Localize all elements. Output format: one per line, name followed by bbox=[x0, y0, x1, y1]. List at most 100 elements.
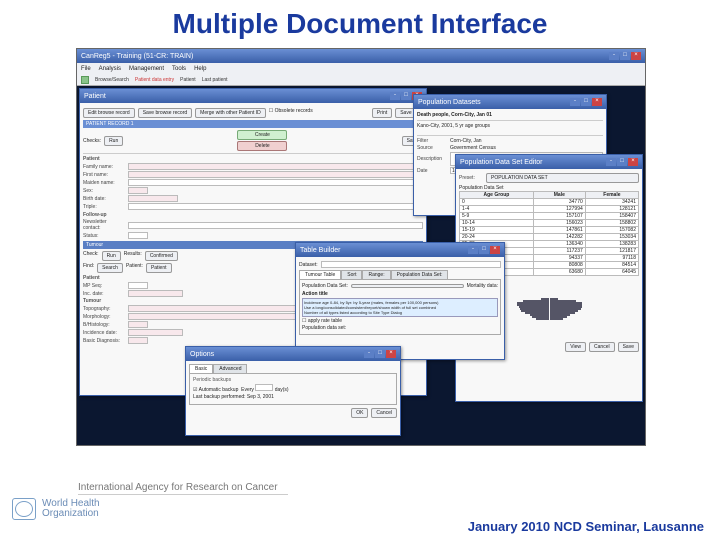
close-icon[interactable]: × bbox=[386, 350, 396, 358]
maximize-icon[interactable]: □ bbox=[375, 350, 385, 358]
minimize-icon[interactable]: - bbox=[390, 92, 400, 100]
cancel-button[interactable]: Cancel bbox=[371, 408, 397, 418]
menu-help[interactable]: Help bbox=[194, 66, 206, 72]
dataset-field[interactable] bbox=[321, 261, 501, 268]
confirmed-button[interactable]: Confirmed bbox=[145, 251, 178, 261]
run2-button[interactable]: Run bbox=[102, 251, 121, 261]
tb-patient[interactable]: Patient bbox=[180, 77, 196, 83]
birth-date-field[interactable] bbox=[128, 195, 178, 202]
maximize-icon[interactable]: □ bbox=[620, 52, 630, 60]
source-value: Government Census bbox=[450, 145, 496, 151]
app-titlebar: CanReg5 - Training (51-CR: TRAIN) -□× bbox=[77, 49, 645, 63]
close-icon[interactable]: × bbox=[592, 98, 602, 106]
preset-select[interactable]: POPULATION DATA SET bbox=[486, 173, 639, 183]
menu-analysis[interactable]: Analysis bbox=[99, 66, 121, 72]
cancel-button[interactable]: Cancel bbox=[589, 342, 615, 352]
maximize-icon[interactable]: □ bbox=[617, 158, 627, 166]
family-name-field[interactable] bbox=[128, 163, 423, 170]
menubar: File Analysis Management Tools Help bbox=[77, 63, 645, 74]
table-row: 20-24142282153034 bbox=[460, 234, 639, 241]
who-text: World HealthOrganization bbox=[42, 499, 100, 520]
tb-last[interactable]: Last patient bbox=[202, 77, 228, 83]
section-backup: Periodic backups bbox=[193, 377, 393, 383]
tab-tumour[interactable]: Tumour Table bbox=[299, 270, 341, 279]
status-field[interactable] bbox=[128, 232, 148, 239]
close-icon[interactable]: × bbox=[631, 52, 641, 60]
table-row: 03477034241 bbox=[460, 199, 639, 206]
pdset-select[interactable] bbox=[351, 284, 464, 288]
save-button[interactable]: Save bbox=[618, 342, 639, 352]
minimize-icon[interactable]: - bbox=[570, 98, 580, 106]
tab-popdata[interactable]: Population Data Set: bbox=[391, 270, 449, 279]
dict-label: Population data set: bbox=[302, 325, 498, 331]
view-button[interactable]: View bbox=[565, 342, 586, 352]
tab-sort[interactable]: Sort bbox=[341, 270, 362, 279]
gen-checkbox[interactable]: ☐ apply rate table bbox=[302, 318, 498, 324]
footer-caption: January 2010 NCD Seminar, Lausanne bbox=[468, 519, 704, 534]
app-window: CanReg5 - Training (51-CR: TRAIN) -□× Fi… bbox=[76, 48, 646, 446]
app-title-text: CanReg5 - Training (51-CR: TRAIN) bbox=[81, 53, 193, 60]
autobackup-checkbox[interactable]: ☑ Automatic backup Every day(s) bbox=[193, 384, 393, 393]
who-logo-icon bbox=[12, 498, 36, 520]
contact-field[interactable] bbox=[128, 222, 423, 229]
tab-basic[interactable]: Basic bbox=[189, 364, 213, 373]
tb-browse[interactable]: Browse/Search bbox=[95, 77, 129, 83]
toolbar: Browse/Search Patient data entry Patient… bbox=[77, 74, 645, 86]
action-title: Action title bbox=[302, 291, 498, 297]
home-icon[interactable] bbox=[81, 76, 89, 84]
tab-range[interactable]: Range: bbox=[362, 270, 390, 279]
tab-advanced[interactable]: Advanced bbox=[213, 364, 247, 373]
iarc-text: International Agency for Research on Can… bbox=[78, 482, 288, 495]
patient-record-header: PATIENT RECORD 1 bbox=[83, 120, 423, 128]
create-button[interactable]: Create bbox=[237, 130, 287, 140]
filter-value: Corn-City, Jan bbox=[450, 138, 482, 144]
print-button[interactable]: Print bbox=[372, 108, 392, 118]
table-row: 15-19147861157082 bbox=[460, 227, 639, 234]
mdi-client-area: Patient-□× Edit browse record Save brows… bbox=[77, 86, 645, 445]
menu-tools[interactable]: Tools bbox=[172, 66, 186, 72]
triple-field[interactable] bbox=[128, 203, 423, 210]
minimize-icon[interactable]: - bbox=[609, 52, 619, 60]
table-row: 10-14156023158802 bbox=[460, 220, 639, 227]
patient-button[interactable]: Patient bbox=[146, 263, 172, 273]
tb-entry[interactable]: Patient data entry bbox=[135, 77, 174, 83]
basicdiag-field[interactable] bbox=[128, 337, 148, 344]
first-name-field[interactable] bbox=[128, 171, 423, 178]
incdate2-field[interactable] bbox=[128, 329, 183, 336]
maximize-icon[interactable]: □ bbox=[479, 246, 489, 254]
menu-management[interactable]: Management bbox=[129, 66, 164, 72]
incdate-field[interactable] bbox=[128, 290, 183, 297]
lastbackup-label: Last backup performed: Sep 3, 2001 bbox=[193, 394, 393, 400]
maiden-name-field[interactable] bbox=[128, 179, 423, 186]
save-browse-button[interactable]: Save browse record bbox=[138, 108, 192, 118]
mpseq-field[interactable] bbox=[128, 282, 148, 289]
tablebuilder-window[interactable]: Table Builder-□× Dataset: Tumour Table S… bbox=[295, 242, 505, 360]
options-window[interactable]: Options-□× Basic Advanced Periodic backu… bbox=[185, 346, 401, 436]
obsolete-checkbox[interactable]: ☐ Obsolete records bbox=[269, 108, 313, 118]
minimize-icon[interactable]: - bbox=[468, 246, 478, 254]
table-row: 5-9157107158407 bbox=[460, 213, 639, 220]
edit-browse-button[interactable]: Edit browse record bbox=[83, 108, 135, 118]
bhist-field[interactable] bbox=[128, 321, 148, 328]
patient-titlebar[interactable]: Patient-□× bbox=[80, 89, 426, 103]
close-icon[interactable]: × bbox=[628, 158, 638, 166]
checks-label: Checks: bbox=[83, 138, 101, 144]
minimize-icon[interactable]: - bbox=[606, 158, 616, 166]
section-patient: Patient bbox=[83, 156, 423, 162]
popdata-item[interactable]: Kano-City, 2001, 5 yr age groups bbox=[417, 123, 603, 129]
menu-file[interactable]: File bbox=[81, 66, 91, 72]
delete-button[interactable]: Delete bbox=[237, 141, 287, 151]
ok-button[interactable]: OK bbox=[351, 408, 368, 418]
minimize-icon[interactable]: - bbox=[364, 350, 374, 358]
maximize-icon[interactable]: □ bbox=[581, 98, 591, 106]
merge-button[interactable]: Merge with other Patient ID bbox=[195, 108, 266, 118]
days-field[interactable] bbox=[255, 384, 273, 391]
close-icon[interactable]: × bbox=[490, 246, 500, 254]
run-button[interactable]: Run bbox=[104, 136, 123, 146]
slide-title: Multiple Document Interface bbox=[0, 0, 720, 44]
table-row: 1-4127994128121 bbox=[460, 206, 639, 213]
maximize-icon[interactable]: □ bbox=[401, 92, 411, 100]
slide-footer: International Agency for Research on Can… bbox=[12, 482, 708, 534]
search-button[interactable]: Search bbox=[97, 263, 123, 273]
sex-field[interactable] bbox=[128, 187, 148, 194]
